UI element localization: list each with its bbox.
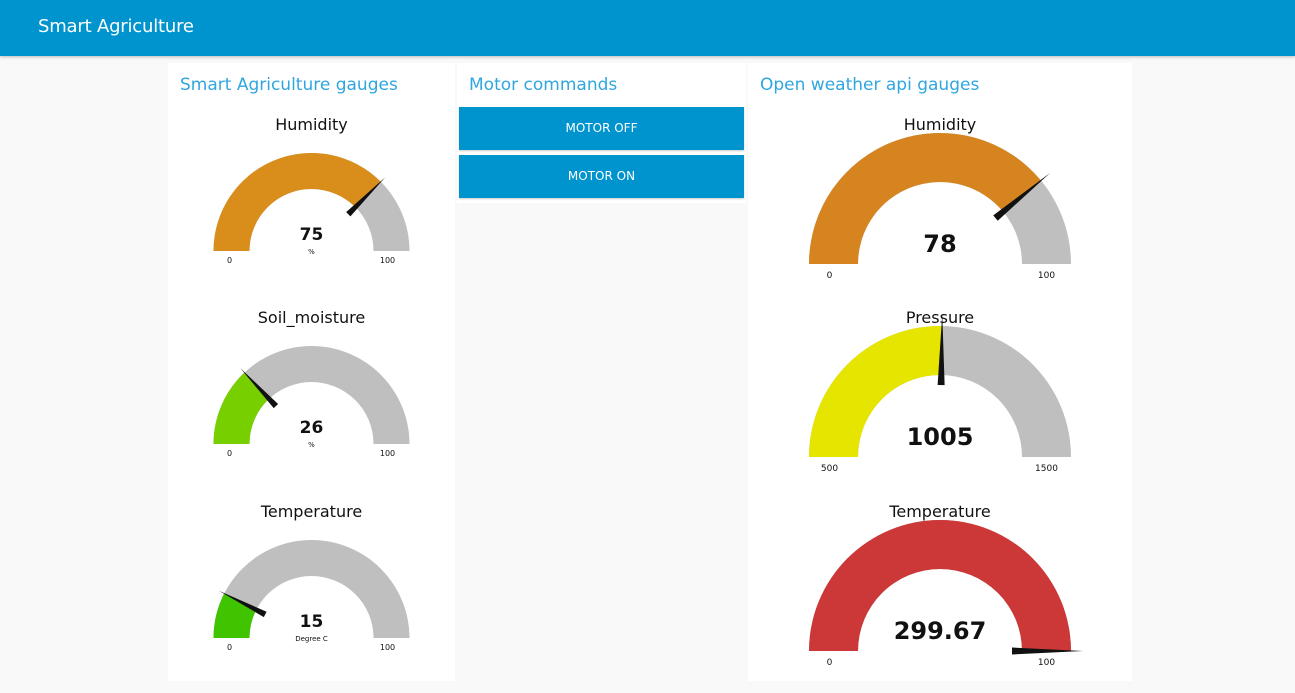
card-title: Open weather api gauges	[760, 75, 980, 95]
gauge-svg: 1005 500 1500	[809, 314, 1071, 474]
motor-off-button[interactable]: MOTOR OFF	[459, 107, 744, 150]
gauge-max-label: 100	[380, 449, 395, 458]
gauge-value: 15	[300, 612, 324, 632]
gauge-max-label: 100	[380, 643, 395, 652]
card-title: Motor commands	[469, 75, 618, 95]
weather-humidity-gauge: Humidity 78 0 100	[748, 115, 1132, 290]
gauge-min-label: 0	[227, 643, 232, 652]
weather-temperature-gauge: Temperature 299.67 0 100	[748, 502, 1132, 677]
gauge-min-label: 500	[821, 464, 838, 474]
card-title: Smart Agriculture gauges	[180, 75, 398, 95]
gauge-unit: %	[308, 441, 315, 449]
gauge-value: 1005	[907, 423, 974, 451]
gauge-svg: 26% 0 100	[213, 346, 410, 458]
gauge-fill	[213, 152, 381, 251]
temperature-gauge: Temperature 15 Degree C 0 100	[168, 502, 455, 662]
gauge-min-label: 0	[227, 449, 232, 458]
motor-commands-card: Motor commands MOTOR OFF MOTOR ON	[457, 63, 746, 203]
motor-on-button[interactable]: MOTOR ON	[459, 155, 744, 198]
gauge-min-label: 0	[827, 658, 833, 668]
open-weather-gauges-card: Open weather api gauges Humidity 78 0 100 P…	[748, 63, 1132, 681]
gauge-value: 78	[923, 230, 956, 258]
gauge-min-label: 0	[227, 256, 232, 265]
smart-agriculture-gauges-card: Smart Agriculture gauges Humidity 75% 0 100…	[168, 63, 455, 681]
gauge-max-label: 100	[380, 256, 395, 265]
gauge-svg: 15 Degree C 0 100	[213, 540, 410, 652]
gauge-value: 26	[300, 418, 324, 438]
gauge-value: 75	[300, 225, 324, 245]
gauge-unit: Degree C	[295, 635, 328, 643]
app-title: Smart Agriculture	[38, 16, 194, 37]
gauge-max-label: 100	[1038, 271, 1055, 281]
gauge-svg: 299.67 0 100	[809, 520, 1083, 668]
top-bar: Smart Agriculture	[0, 0, 1295, 56]
gauge-unit: %	[308, 248, 315, 256]
gauge-max-label: 100	[1038, 658, 1055, 668]
humidity-gauge: Humidity 75% 0 100	[168, 115, 455, 275]
soil-moisture-gauge: Soil_moisture 26% 0 100	[168, 308, 455, 468]
pressure-gauge: Pressure 1005 500 1500	[748, 308, 1132, 483]
gauge-svg: 78 0 100	[809, 133, 1071, 281]
gauge-min-label: 0	[827, 271, 833, 281]
gauge-value: 299.67	[894, 617, 987, 645]
gauge-svg: 75% 0 100	[213, 152, 410, 265]
gauge-max-label: 1500	[1035, 464, 1058, 474]
